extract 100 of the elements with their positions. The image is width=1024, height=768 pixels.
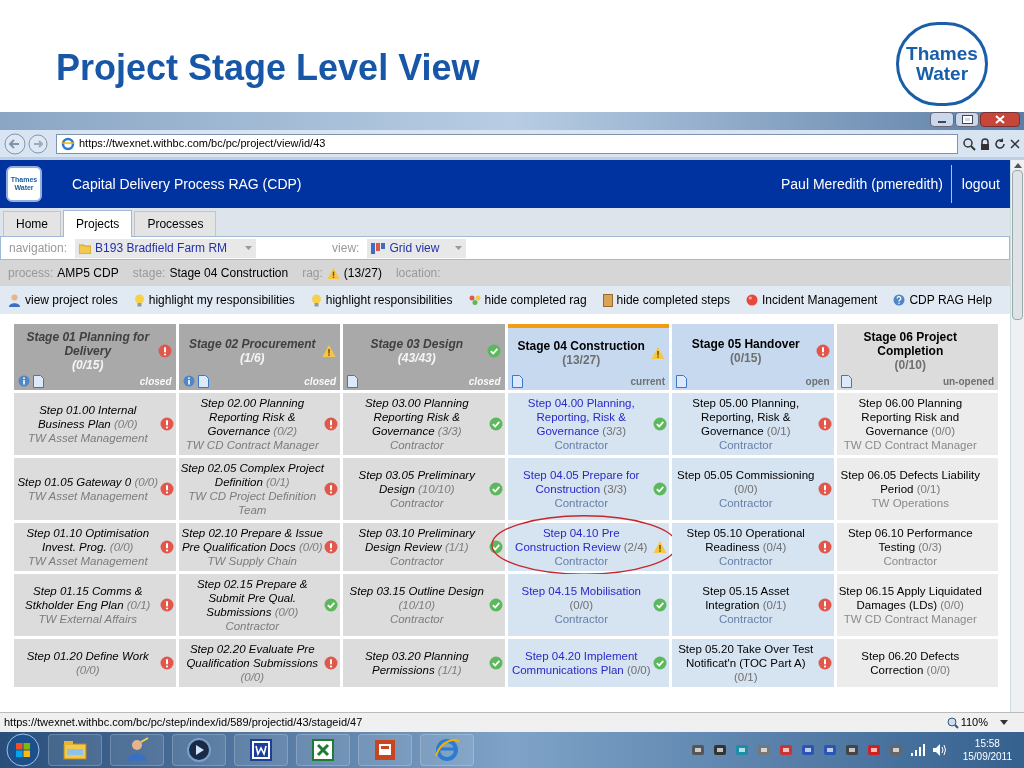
step-title[interactable]: Step 02.10 Prepare & Issue Pre Qualification Docs (0/0)	[180, 526, 324, 554]
toolbar-link[interactable]: highlight responsibilities	[310, 291, 453, 309]
signal-icon[interactable]	[910, 744, 925, 756]
step-cell[interactable]: Step 04.05 Prepare for Construction (3/3) Contractor	[507, 458, 669, 520]
step-title[interactable]: Step 05.05 Commissioning (0/0)	[674, 468, 818, 496]
info-icon[interactable]	[182, 375, 195, 387]
step-cell[interactable]: Step 01.10 Optimisation Invest. Prog. (0/0) TW Asset Management	[14, 523, 176, 571]
tray-icon[interactable]	[712, 743, 727, 757]
step-cell[interactable]: Step 03.00 Planning Reporting Risk & Governance (3/3) Contractor	[343, 393, 505, 455]
tab[interactable]: Home	[3, 211, 61, 236]
close-button[interactable]	[980, 112, 1020, 127]
step-cell[interactable]: Step 05.10 Operational Readiness (0/4) Contractor	[672, 523, 834, 571]
speaker-icon[interactable]	[932, 744, 947, 756]
step-title[interactable]: Step 02.05 Complex Project Definition (0/1)	[180, 461, 324, 489]
tray-icon[interactable]	[822, 743, 837, 757]
step-title[interactable]: Step 05.20 Take Over Test Notificat'n (TOC Part A) (0/1)	[674, 642, 818, 684]
step-title[interactable]: Step 05.10 Operational Readiness (0/4)	[674, 526, 818, 554]
step-cell[interactable]: Step 04.20 Implement Communications Plan (0/0)	[507, 639, 669, 687]
step-cell[interactable]: Step 01.05 Gateway 0 (0/0) TW Asset Management	[14, 458, 176, 520]
tab[interactable]: Projects	[63, 210, 133, 237]
step-title[interactable]: Step 03.00 Planning Reporting Risk & Governance (3/3)	[345, 396, 489, 438]
tray-icon[interactable]	[690, 743, 705, 757]
taskbar-button[interactable]	[358, 734, 412, 766]
document-icon[interactable]	[347, 374, 358, 388]
clock-date[interactable]: 15/09/2011	[962, 750, 1012, 763]
step-title[interactable]: Step 01.00 Internal Business Plan (0/0)	[16, 403, 160, 431]
step-cell[interactable]: Step 05.05 Commissioning (0/0) Contractor	[672, 458, 834, 520]
document-icon[interactable]	[840, 374, 852, 388]
document-icon[interactable]	[511, 374, 523, 388]
step-cell[interactable]: Step 01.15 Comms & Stkholder Eng Plan (0/1) TW External Affairs	[14, 574, 176, 636]
step-title[interactable]: Step 01.10 Optimisation Invest. Prog. (0/0)	[16, 526, 160, 554]
step-cell[interactable]: Step 04.15 Mobilisation (0/0) Contractor	[507, 574, 669, 636]
step-cell[interactable]: Step 06.20 Defects Correction (0/0)	[836, 639, 998, 687]
taskbar-button[interactable]	[172, 734, 226, 766]
taskbar-button[interactable]	[234, 734, 288, 766]
step-cell[interactable]: Step 05.20 Take Over Test Notificat'n (TOC Part A) (0/1)	[672, 639, 834, 687]
minimize-button[interactable]	[930, 112, 954, 127]
step-title[interactable]: Step 06.10 Performance Testing (0/3)	[838, 526, 982, 554]
step-title[interactable]: Step 03.15 Outline Design (10/10)	[345, 584, 489, 612]
step-cell[interactable]: Step 03.10 Preliminary Design Review (1/1) Contractor	[343, 523, 505, 571]
step-title[interactable]: Step 03.10 Preliminary Design Review (1/1)	[345, 526, 489, 554]
tray-icon[interactable]	[844, 743, 859, 757]
step-title[interactable]: Step 03.20 Planning Permissions (1/1)	[345, 649, 489, 677]
stop-icon[interactable]	[1010, 138, 1020, 149]
address-field[interactable]: https://twexnet.withbc.com/bc/pc/project/view/id/43	[56, 133, 958, 154]
step-cell[interactable]: Step 01.00 Internal Business Plan (0/0) TW Asset Management	[14, 393, 176, 455]
step-title[interactable]: Step 06.00 Planning Reporting Risk and Governance (0/0)	[838, 396, 982, 438]
step-cell[interactable]: Step 05.15 Asset Integration (0/1) Contractor	[672, 574, 834, 636]
step-title[interactable]: Step 03.05 Preliminary Design (10/10)	[345, 468, 489, 496]
step-title[interactable]: Step 01.20 Define Work (0/0)	[16, 649, 160, 677]
project-dropdown[interactable]: B193 Bradfield Farm RM	[75, 238, 257, 258]
refresh-icon[interactable]	[994, 137, 1006, 150]
document-icon[interactable]	[197, 374, 209, 388]
tab[interactable]: Processes	[134, 211, 217, 236]
step-cell[interactable]: Step 03.20 Planning Permissions (1/1)	[343, 639, 505, 687]
step-title[interactable]: Step 06.20 Defects Correction (0/0)	[838, 649, 982, 677]
step-title[interactable]: Step 05.00 Planning, Reporting, Risk & Governance (0/1)	[674, 396, 818, 438]
logout-link[interactable]: logout	[951, 173, 1010, 195]
scrollbar[interactable]	[1010, 160, 1024, 712]
tray-icon[interactable]	[866, 743, 881, 757]
step-cell[interactable]: Step 02.00 Planning Reporting Risk & Governance (0/2) TW CD Contract Manager	[178, 393, 340, 455]
step-title[interactable]: Step 04.15 Mobilisation (0/0)	[509, 584, 653, 612]
tray-icon[interactable]	[888, 743, 903, 757]
step-title[interactable]: Step 06.15 Apply Liquidated Damages (LDs) (0/0)	[838, 584, 982, 612]
step-title[interactable]: Step 02.00 Planning Reporting Risk & Governance (0/2)	[180, 396, 324, 438]
toolbar-link[interactable]: hide completed rag	[468, 291, 587, 309]
scroll-up-icon[interactable]	[1013, 162, 1022, 168]
step-title[interactable]: Step 02.20 Evaluate Pre Qualification Submissions (0/0)	[180, 642, 324, 684]
step-cell[interactable]: Step 02.10 Prepare & Issue Pre Qualification Docs (0/0) TW Supply Chain	[178, 523, 340, 571]
toolbar-link[interactable]: hide completed steps	[602, 291, 730, 309]
step-title[interactable]: Step 05.15 Asset Integration (0/1)	[674, 584, 818, 612]
document-icon[interactable]	[33, 374, 44, 388]
start-button[interactable]	[6, 733, 40, 767]
scrollbar-thumb[interactable]	[1012, 170, 1023, 320]
toolbar-link[interactable]: view project roles	[8, 291, 118, 309]
step-title[interactable]: Step 04.10 Pre Construction Review (2/4)	[509, 526, 653, 554]
step-cell[interactable]: Step 06.10 Performance Testing (0/3) Contractor	[836, 523, 998, 571]
step-cell[interactable]: Step 03.05 Preliminary Design (10/10) Contractor	[343, 458, 505, 520]
step-cell[interactable]: Step 05.00 Planning, Reporting, Risk & Governance (0/1) Contractor	[672, 393, 834, 455]
info-icon[interactable]	[18, 375, 30, 387]
step-title[interactable]: Step 04.20 Implement Communications Plan (0/0)	[509, 649, 653, 677]
caret-icon[interactable]	[1000, 720, 1008, 725]
toolbar-link[interactable]: Incident Management	[746, 291, 878, 309]
step-cell[interactable]: Step 06.15 Apply Liquidated Damages (LDs) (0/0) TW CD Contract Manager	[836, 574, 998, 636]
step-cell[interactable]: Step 04.00 Planning, Reporting, Risk & Governance (3/3) Contractor	[507, 393, 669, 455]
toolbar-link[interactable]: highlight my responsibilities	[133, 291, 295, 309]
taskbar-button[interactable]	[296, 734, 350, 766]
step-cell[interactable]: Step 06.05 Defects Liability Period (0/1) TW Operations	[836, 458, 998, 520]
zoom-icon[interactable]	[946, 716, 959, 729]
zoom-level[interactable]: 110%	[960, 714, 988, 731]
step-title[interactable]: Step 04.05 Prepare for Construction (3/3)	[509, 468, 653, 496]
step-cell[interactable]: Step 02.05 Complex Project Definition (0/1) TW CD Project Definition Team	[178, 458, 340, 520]
step-title[interactable]: Step 02.15 Prepare & Submit Pre Qual. Submissions (0/0)	[180, 577, 324, 619]
step-cell[interactable]: Step 06.00 Planning Reporting Risk and Governance (0/0) TW CD Contract Manager	[836, 393, 998, 455]
document-icon[interactable]	[676, 374, 687, 388]
step-title[interactable]: Step 04.00 Planning, Reporting, Risk & Governance (3/3)	[509, 396, 653, 438]
step-cell[interactable]: Step 04.10 Pre Construction Review (2/4) Contractor	[507, 523, 669, 571]
step-cell[interactable]: Step 02.20 Evaluate Pre Qualification Submissions (0/0)	[178, 639, 340, 687]
step-title[interactable]: Step 06.05 Defects Liability Period (0/1)	[838, 468, 982, 496]
tray-icon[interactable]	[800, 743, 815, 757]
